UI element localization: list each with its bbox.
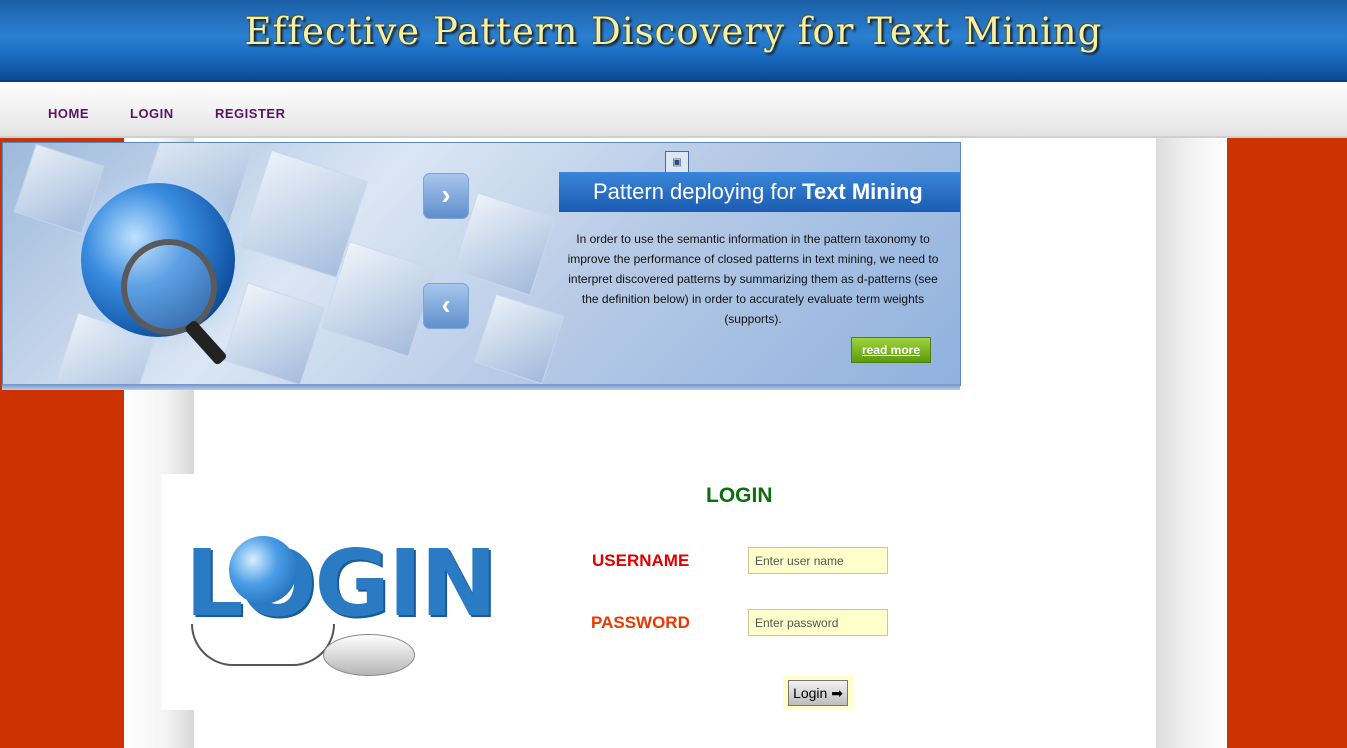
mouse-cable (191, 624, 335, 666)
chevron-left-icon[interactable]: ‹ (423, 283, 469, 329)
hero-banner: › ‹ ▣ Pattern deploying for Text Mining … (2, 142, 961, 386)
banner-heading-bold: Text Mining (802, 179, 923, 204)
mouse-icon (323, 634, 415, 676)
site-title: Effective Pattern Discovery for Text Min… (244, 10, 1103, 53)
chevron-right-icon[interactable]: › (423, 173, 469, 219)
banner-bottom-strip (2, 384, 960, 390)
banner-description: In order to use the semantic information… (567, 232, 939, 326)
banner-heading-prefix: Pattern deploying for (593, 179, 803, 204)
read-more-button[interactable]: read more (851, 337, 931, 363)
banner-tile (473, 293, 565, 385)
right-shadow-column (1156, 138, 1227, 748)
main-nav: HOME LOGIN REGISTER (0, 82, 1347, 138)
login-form-title: LOGIN (706, 484, 773, 507)
banner-heading: Pattern deploying for Text Mining (559, 172, 960, 212)
username-input[interactable] (748, 547, 888, 574)
password-input[interactable] (748, 609, 888, 636)
password-label: PASSWORD (591, 613, 690, 632)
globe-icon (229, 536, 297, 604)
nav-register[interactable]: REGISTER (215, 106, 285, 121)
nav-home[interactable]: HOME (48, 106, 89, 121)
site-header: Effective Pattern Discovery for Text Min… (0, 0, 1347, 83)
login-button-frame: Login ➡ (783, 676, 853, 710)
banner-tile (222, 282, 326, 385)
login-illustration: LOGIN (161, 474, 497, 710)
magnifier-icon (121, 239, 217, 335)
username-label: USERNAME (592, 551, 690, 570)
magnifier-handle (183, 319, 228, 366)
login-submit-button[interactable]: Login ➡ (788, 680, 848, 706)
nav-login[interactable]: LOGIN (130, 106, 174, 121)
